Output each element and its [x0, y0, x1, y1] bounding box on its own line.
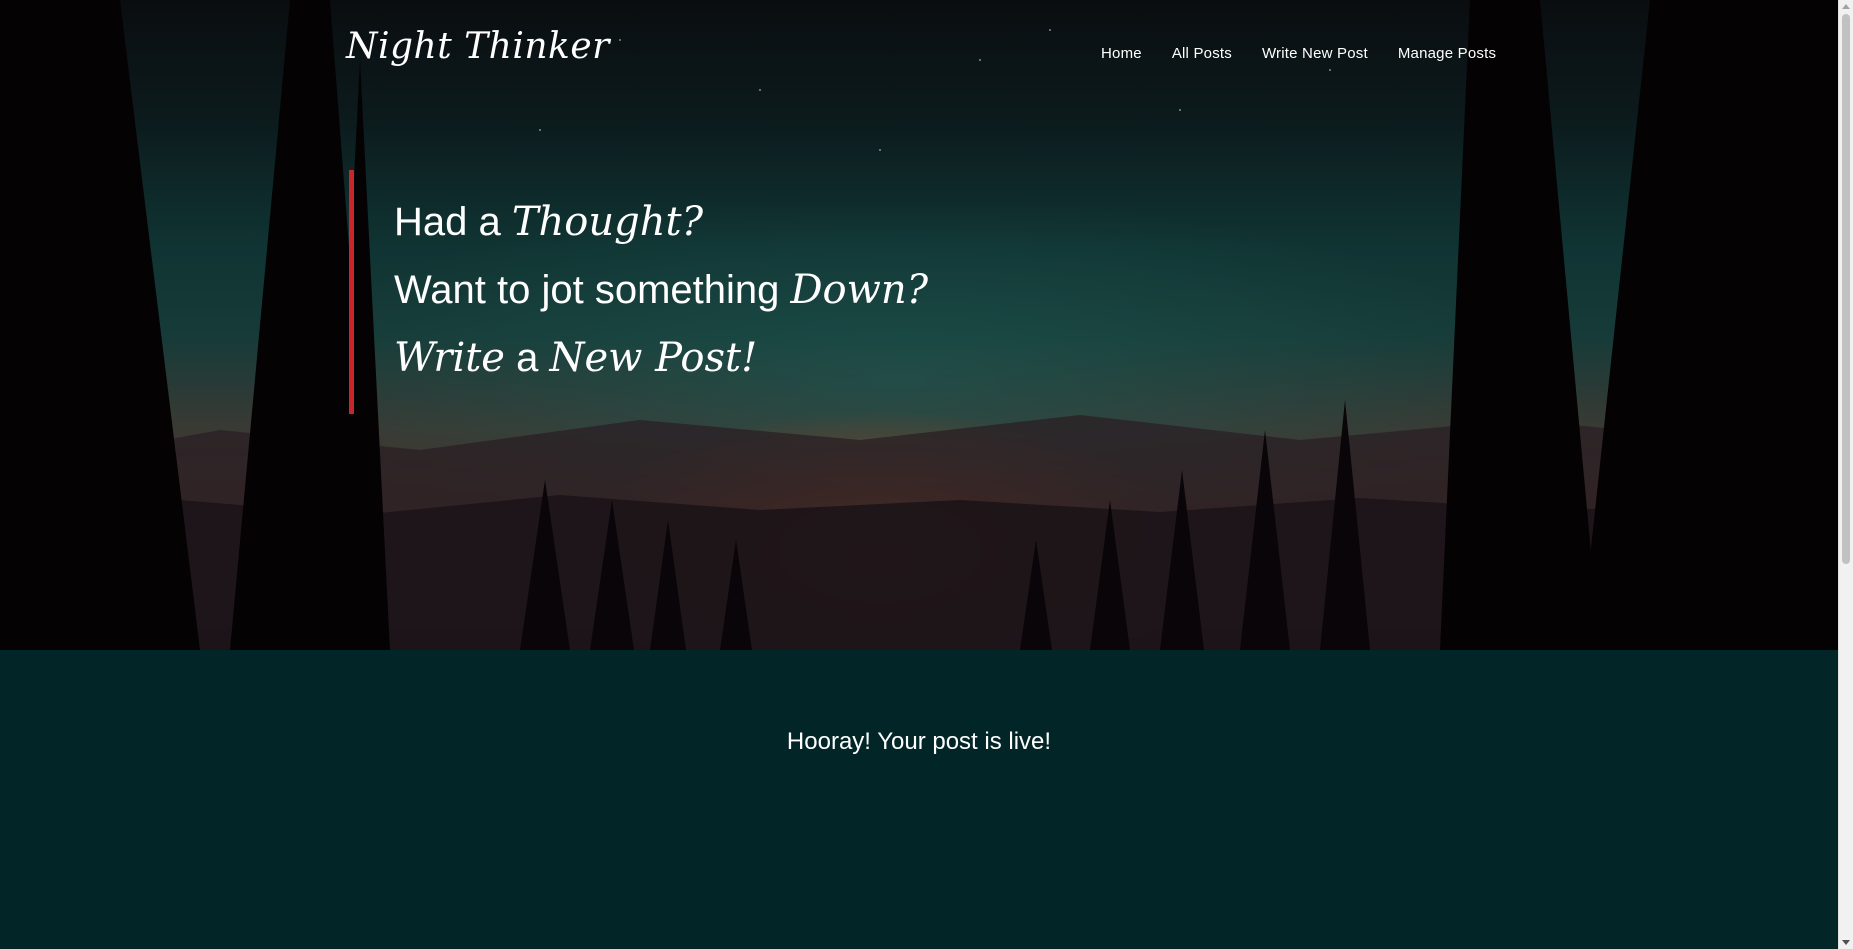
- hero-line-2-plain: Want to jot something: [394, 268, 791, 312]
- nav-home[interactable]: Home: [1101, 45, 1142, 62]
- main-nav: Home All Posts Write New Post Manage Pos…: [1101, 45, 1496, 62]
- hero-line-1: Had a Thought?: [394, 188, 928, 256]
- nav-write-new-post[interactable]: Write New Post: [1262, 45, 1368, 62]
- hero-line-2: Want to jot something Down?: [394, 256, 928, 324]
- hero-line-3-script-a: Write: [394, 335, 505, 381]
- hero-line-3-script-b: New Post!: [549, 335, 758, 381]
- scroll-down-icon[interactable]: [1842, 940, 1850, 945]
- site-logo[interactable]: Night Thinker: [346, 26, 610, 67]
- hero-line-1-plain: Had a: [394, 200, 512, 244]
- nav-manage-posts[interactable]: Manage Posts: [1398, 45, 1496, 62]
- hero-quote: Had a Thought? Want to jot something Dow…: [349, 170, 928, 414]
- nav-all-posts[interactable]: All Posts: [1172, 45, 1232, 62]
- scrollbar-thumb[interactable]: [1842, 14, 1850, 564]
- hero-line-3: Write a New Post!: [394, 324, 928, 392]
- success-message: Hooray! Your post is live!: [786, 728, 1052, 755]
- hero-line-2-script: Down?: [790, 267, 929, 313]
- vertical-scrollbar[interactable]: [1838, 0, 1853, 949]
- hero-line-1-script: Thought?: [511, 199, 704, 245]
- hero-line-3-plain: a: [504, 336, 550, 380]
- scroll-up-icon[interactable]: [1842, 4, 1850, 9]
